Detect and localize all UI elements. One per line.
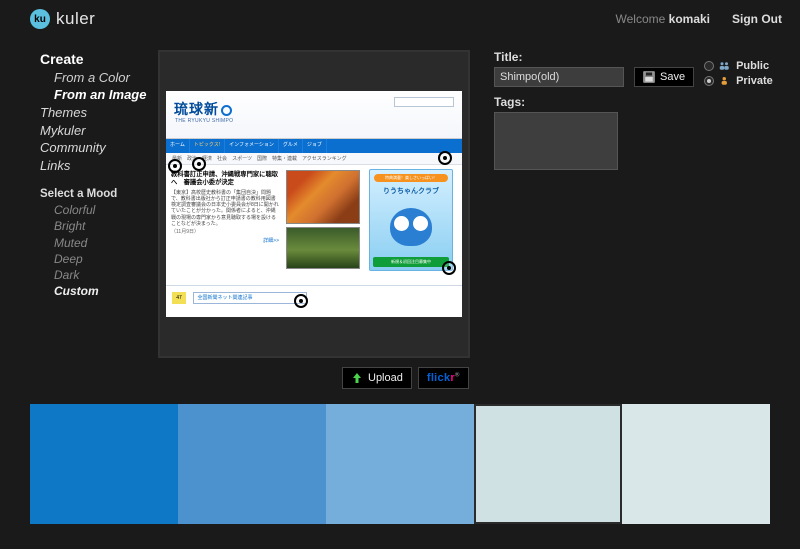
mood-dark[interactable]: Dark <box>40 267 150 283</box>
floppy-icon <box>643 71 655 83</box>
swatch-4[interactable] <box>622 404 770 524</box>
upload-button[interactable]: Upload <box>342 367 412 389</box>
ss-search-box <box>394 97 454 107</box>
nav-from-color[interactable]: From a Color <box>40 69 150 87</box>
mood-deep[interactable]: Deep <box>40 251 150 267</box>
palette-swatches <box>30 404 770 524</box>
ss-related-link: 全国新聞ネット関連記事 <box>193 292 307 304</box>
ss-photo-1 <box>286 170 360 224</box>
welcome-text: Welcome komaki <box>616 12 711 26</box>
ss-photo-2 <box>286 227 360 269</box>
people-icon <box>719 61 731 71</box>
public-radio[interactable] <box>704 61 714 71</box>
swatch-2[interactable] <box>326 404 474 524</box>
ss-logo: 琉球新 <box>174 99 232 119</box>
upload-arrow-icon <box>351 372 363 384</box>
sidebar: Create From a Color From an Image Themes… <box>0 50 150 358</box>
mood-list: ColorfulBrightMutedDeepDarkCustom <box>40 202 150 299</box>
mood-section-label: Select a Mood <box>40 188 150 200</box>
ss-headline: 教科書訂正申請、沖縄戦専門家に聴取へ 審議会小委が決定 <box>171 171 279 187</box>
brand-logo-icon: ku <box>30 9 50 29</box>
upload-label: Upload <box>368 372 403 384</box>
mood-colorful[interactable]: Colorful <box>40 202 150 218</box>
save-label: Save <box>660 71 685 83</box>
nav-links[interactable]: Links <box>40 157 150 175</box>
ss-menu: 最新 政治 経済 社会 スポーツ 国際 特集・連載 アクセスランキング <box>166 153 462 165</box>
swatch-3[interactable] <box>474 404 622 524</box>
ss-sublogo: THE RYUKYU SHIMPO <box>175 118 233 124</box>
swatch-1[interactable] <box>178 404 326 524</box>
title-input[interactable] <box>494 67 624 87</box>
source-image: 琉球新 THE RYUKYU SHIMPO ホーム トピックス! インフォメーシ… <box>166 91 462 317</box>
mood-muted[interactable]: Muted <box>40 235 150 251</box>
nav-themes[interactable]: Themes <box>40 104 150 122</box>
title-label: Title: <box>494 50 624 64</box>
nav-community[interactable]: Community <box>40 139 150 157</box>
tags-label: Tags: <box>494 95 770 109</box>
ss-body-text: 【東京】高校歴史教科書の「集団自決」問題で、教科書出版社から訂正申請書の教科用図… <box>171 190 279 228</box>
username: komaki <box>669 12 710 26</box>
ss-yellow-badge: 47 <box>172 292 186 304</box>
swatch-0[interactable] <box>30 404 178 524</box>
nav-mykuler[interactable]: Mykuler <box>40 122 150 140</box>
brand-name: kuler <box>56 9 95 29</box>
save-button[interactable]: Save <box>634 67 694 87</box>
tags-input[interactable] <box>494 112 618 170</box>
right-panel: Title: Save Public Private <box>482 50 782 358</box>
image-preview-area[interactable]: 琉球新 THE RYUKYU SHIMPO ホーム トピックス! インフォメーシ… <box>158 50 470 358</box>
visibility-group: Public Private <box>704 60 773 87</box>
mood-bright[interactable]: Bright <box>40 218 150 234</box>
header-right: Welcome komaki Sign Out <box>616 12 783 26</box>
private-radio[interactable] <box>704 76 714 86</box>
mood-custom[interactable]: Custom <box>40 283 150 299</box>
flickr-button[interactable]: flickr® <box>418 367 469 389</box>
nav-from-image[interactable]: From an Image <box>40 86 150 104</box>
brand: ku kuler <box>30 9 95 29</box>
private-label: Private <box>736 75 773 87</box>
ss-promo: 特典満載！楽しさいっぱい！ りうちゃんクラブ 新規＆初回注目募集中 <box>369 169 453 271</box>
person-icon <box>719 76 731 86</box>
image-actions: Upload flickr® <box>342 367 469 389</box>
main: Create From a Color From an Image Themes… <box>0 34 800 358</box>
public-label: Public <box>736 60 769 72</box>
header: ku kuler Welcome komaki Sign Out <box>0 0 800 34</box>
ss-more-link: 詳細>> <box>171 238 279 244</box>
nav-create[interactable]: Create <box>40 50 150 69</box>
sign-out-link[interactable]: Sign Out <box>732 12 782 26</box>
welcome-prefix: Welcome <box>616 12 669 26</box>
flickr-label: flickr® <box>427 372 460 384</box>
ss-tabs: ホーム トピックス! インフォメーション グルメ ジョブ <box>166 139 462 153</box>
